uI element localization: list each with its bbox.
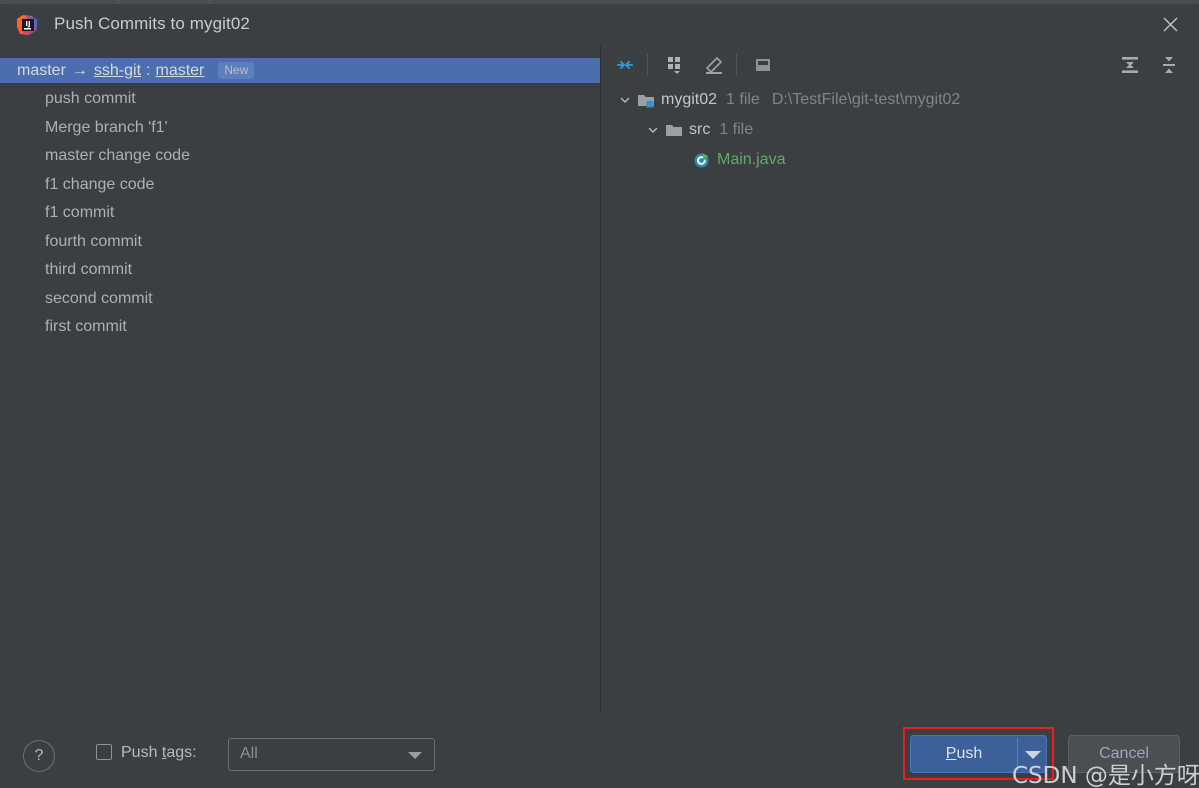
- title-bar: IJ Push Commits to mygit02: [0, 4, 1199, 45]
- file-name-label: Main.java: [717, 151, 786, 168]
- source-branch-label: master: [17, 61, 66, 79]
- file-tree-toolbar: [601, 45, 1199, 83]
- push-tags-checkbox[interactable]: [96, 744, 112, 760]
- module-folder-icon: [637, 91, 655, 109]
- changed-files-tree: mygit02 1 file D:\TestFile\git-test\mygi…: [601, 85, 1199, 175]
- target-branch-link[interactable]: master: [155, 62, 204, 80]
- remote-name-link[interactable]: ssh-git: [94, 62, 141, 80]
- toolbar-separator: [736, 54, 737, 75]
- tree-row-folder-src[interactable]: src 1 file: [601, 115, 1199, 145]
- preview-diff-icon[interactable]: [750, 52, 776, 78]
- chevron-down-icon[interactable]: [618, 93, 632, 107]
- commit-list-pane[interactable]: master → ssh-git : master New push commi…: [0, 45, 600, 714]
- commit-list: push commit Merge branch 'f1' master cha…: [0, 85, 600, 342]
- collapse-all-icon[interactable]: [1156, 52, 1182, 78]
- push-tags-label: Push tags:: [121, 744, 197, 761]
- push-button-label: Push: [945, 745, 983, 762]
- page-title: Push Commits to mygit02: [54, 14, 250, 33]
- dialog-content: master → ssh-git : master New push commi…: [0, 45, 1199, 714]
- commit-item[interactable]: push commit: [0, 85, 600, 114]
- collapse-diff-icon[interactable]: [612, 52, 638, 78]
- arrow-right-icon: →: [71, 61, 88, 79]
- push-tags-select[interactable]: All: [228, 738, 435, 771]
- toolbar-separator: [647, 54, 648, 75]
- commit-item[interactable]: Merge branch 'f1': [0, 114, 600, 143]
- new-branch-badge: New: [218, 62, 255, 79]
- java-class-icon: [693, 151, 711, 169]
- commit-item[interactable]: master change code: [0, 142, 600, 171]
- module-path-label: D:\TestFile\git-test\mygit02: [771, 91, 961, 108]
- changed-files-pane: mygit02 1 file D:\TestFile\git-test\mygi…: [601, 45, 1199, 714]
- commit-item[interactable]: first commit: [0, 313, 600, 342]
- chevron-down-icon[interactable]: [1025, 751, 1041, 759]
- group-by-icon[interactable]: [663, 52, 689, 78]
- folder-name-label: src: [689, 121, 711, 138]
- push-button-divider: [1017, 738, 1018, 770]
- module-file-count: 1 file: [726, 91, 760, 108]
- branch-row-master[interactable]: master → ssh-git : master New: [0, 58, 600, 83]
- tree-row-module[interactable]: mygit02 1 file D:\TestFile\git-test\mygi…: [601, 85, 1199, 115]
- svg-text:IJ: IJ: [25, 20, 30, 28]
- chevron-down-icon[interactable]: [408, 752, 422, 759]
- close-icon[interactable]: [1141, 4, 1199, 45]
- module-name-label: mygit02: [661, 91, 718, 108]
- intellij-idea-icon: IJ: [16, 14, 38, 36]
- edit-source-icon[interactable]: [701, 52, 727, 78]
- push-commits-dialog: IJ Push Commits to mygit02 master → ssh-…: [0, 0, 1199, 788]
- tree-row-file-main-java[interactable]: Main.java: [601, 145, 1199, 175]
- branch-separator: :: [146, 61, 151, 79]
- commit-item[interactable]: second commit: [0, 285, 600, 314]
- push-button[interactable]: Push: [910, 735, 1047, 773]
- commit-item[interactable]: fourth commit: [0, 228, 600, 257]
- cancel-button[interactable]: Cancel: [1068, 735, 1180, 773]
- commit-item[interactable]: f1 commit: [0, 199, 600, 228]
- folder-icon: [665, 121, 683, 139]
- chevron-down-icon[interactable]: [646, 123, 660, 137]
- commit-item[interactable]: f1 change code: [0, 171, 600, 200]
- commit-item[interactable]: third commit: [0, 256, 600, 285]
- folder-file-count: 1 file: [719, 121, 754, 138]
- expand-all-icon[interactable]: [1117, 52, 1143, 78]
- help-button[interactable]: ?: [23, 740, 55, 772]
- push-tags-value: All: [240, 745, 258, 762]
